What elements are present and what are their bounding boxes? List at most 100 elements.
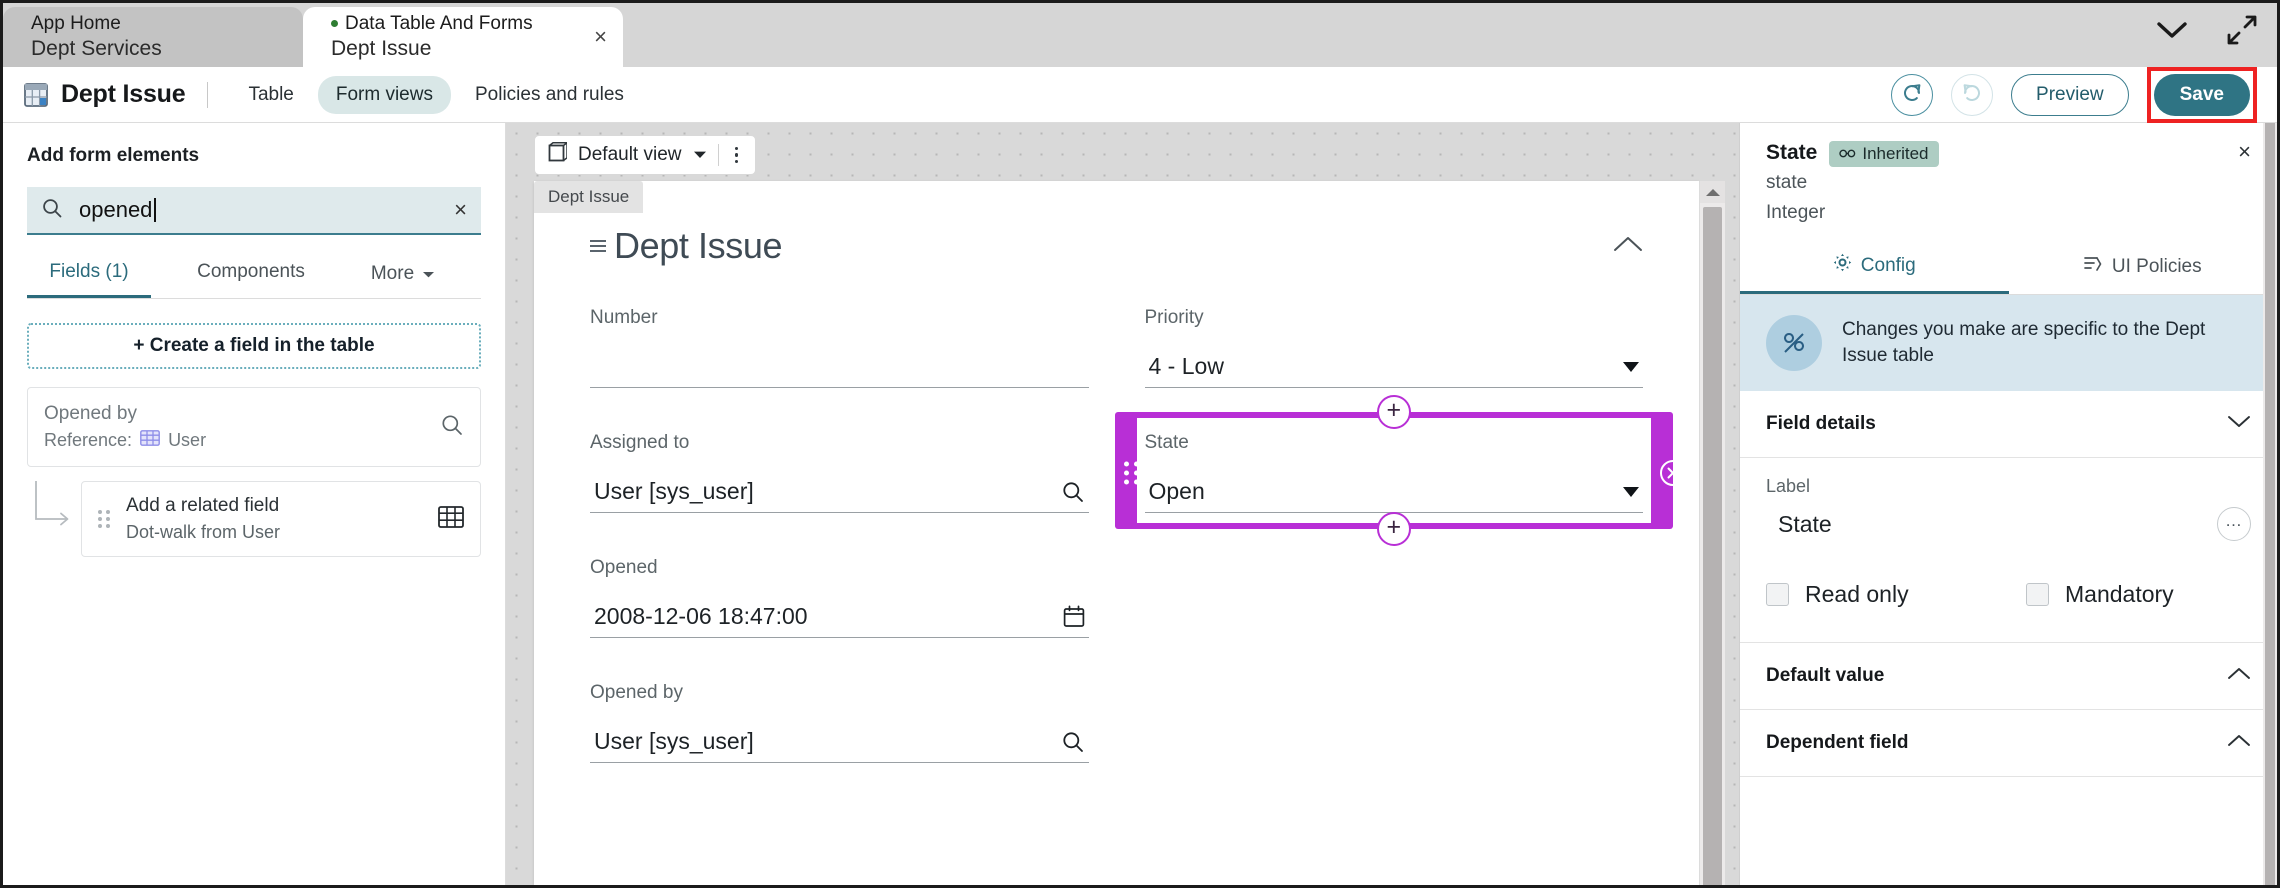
label-field-input[interactable]: State [1766, 511, 2203, 538]
form-field-priority[interactable]: Priority 4 - Low [1144, 307, 1643, 388]
search-icon[interactable] [1061, 730, 1085, 754]
canvas-scrollbar[interactable] [1699, 181, 1725, 885]
calendar-icon[interactable] [1063, 605, 1085, 628]
field-control[interactable]: Open [1144, 471, 1643, 513]
search-field[interactable]: opened × [27, 187, 481, 235]
form-field-state[interactable]: + + State Open [1114, 395, 1686, 546]
field-control[interactable]: User [sys_user] [590, 471, 1089, 513]
tab-config[interactable]: Config [1740, 241, 2009, 294]
view-selector[interactable]: Default view [534, 135, 756, 175]
add-related-field-item[interactable]: Add a related field Dot-walk from User [81, 481, 481, 557]
drag-handle-icon[interactable] [1123, 461, 1139, 484]
label-field-label: Label [1766, 476, 1811, 496]
add-field-above-button[interactable]: + [1376, 395, 1411, 429]
tab-app-home[interactable]: App Home Dept Services [3, 7, 303, 67]
chevron-down-icon [693, 146, 707, 164]
related-field-subtitle: Dot-walk from User [126, 522, 281, 542]
tab-app-home-title: App Home [31, 13, 121, 34]
view-icon [547, 141, 570, 169]
page-title: Dept Issue [61, 80, 186, 108]
canvas-scrollbar-thumb[interactable] [1703, 207, 1722, 885]
nav-item-form-views[interactable]: Form views [317, 75, 451, 114]
search-icon[interactable] [1061, 480, 1085, 504]
close-icon[interactable]: × [594, 26, 607, 48]
tree-elbow-icon [27, 481, 81, 541]
field-content: State Open [1144, 432, 1643, 513]
main-area: Add form elements opened × Fields (1) Co… [3, 123, 2277, 885]
scroll-up-icon[interactable] [1700, 181, 1725, 203]
section-default-value[interactable]: Default value [1740, 643, 2277, 710]
tab-data-table-and-forms[interactable]: Data Table And Forms Dept Issue × [303, 7, 623, 67]
view-options-menu[interactable] [730, 146, 744, 164]
field-control[interactable]: . [590, 346, 1089, 388]
chevron-up-icon[interactable] [2227, 666, 2251, 686]
inheritance-icon [1766, 315, 1822, 371]
field-meta: Reference: User [44, 427, 440, 453]
config-scrollbar-thumb[interactable] [2265, 123, 2275, 885]
more-options-button[interactable]: … [2217, 507, 2251, 541]
clear-search-icon[interactable]: × [454, 199, 467, 221]
tab-active-subtitle: Dept Issue [331, 37, 432, 60]
checkbox-mandatory[interactable]: Mandatory [2026, 581, 2174, 608]
nav-item-policies-and-rules[interactable]: Policies and rules [457, 76, 642, 114]
redo-button[interactable] [1951, 73, 1994, 116]
chevron-down-icon[interactable] [2227, 414, 2251, 434]
tab-components[interactable]: Components [183, 249, 319, 298]
form-field-opened-by[interactable]: Opened by User [sys_user] [590, 682, 1089, 763]
add-field-below-button[interactable]: + [1376, 512, 1411, 546]
chevron-up-icon[interactable] [2227, 733, 2251, 753]
checkbox-box[interactable] [2026, 583, 2049, 606]
related-card-texts: Add a related field Dot-walk from User [126, 493, 422, 545]
section-dependent-field[interactable]: Dependent field [1740, 710, 2277, 777]
nav-item-table[interactable]: Table [230, 76, 311, 114]
field-value: 2008-12-06 18:47:00 [594, 603, 808, 629]
section-drag-icon[interactable] [590, 240, 606, 252]
field-control[interactable]: 2008-12-06 18:47:00 [590, 596, 1089, 638]
tab-more[interactable]: More [355, 249, 451, 298]
badge-label: Inherited [1862, 144, 1929, 163]
drag-handle-icon[interactable] [98, 510, 110, 528]
collapse-section-icon[interactable] [1613, 234, 1643, 259]
table-icon[interactable] [438, 505, 464, 533]
checkbox-read-only[interactable]: Read only [1766, 581, 2026, 608]
create-field-button[interactable]: + Create a field in the table [27, 323, 481, 369]
field-meta-table: User [168, 430, 207, 450]
label-field-row[interactable]: State … [1766, 507, 2251, 541]
tab-ui-policies[interactable]: UI Policies [2009, 241, 2278, 294]
config-field-type: Integer [1766, 202, 1826, 223]
field-control[interactable]: 4 - Low [1144, 346, 1643, 388]
field-value: . [594, 353, 1085, 380]
form-field-assigned-to[interactable]: Assigned to User [sys_user] [590, 432, 1089, 513]
field-list-item-opened-by[interactable]: Opened by Reference: User [27, 387, 481, 467]
tab-active-title: Data Table And Forms [331, 12, 597, 35]
form-field-opened[interactable]: Opened 2008-12-06 18:47:00 [590, 557, 1089, 638]
view-selector-label: Default view [578, 144, 682, 165]
tab-fields[interactable]: Fields (1) [27, 249, 151, 298]
header-actions: Preview Save [1891, 66, 2257, 123]
field-label: Number [590, 307, 658, 328]
section-field-details[interactable]: Field details [1740, 391, 2277, 458]
chevron-down-icon[interactable] [1623, 361, 1639, 372]
field-details-body: Label State … Read only Mandatory [1740, 458, 2277, 642]
search-icon[interactable] [440, 413, 464, 442]
form-fields-grid: Number . Priority 4 - Low [590, 307, 1686, 807]
config-panel-scrollbar[interactable] [2263, 123, 2277, 885]
chevron-down-icon[interactable] [1623, 486, 1639, 497]
search-input[interactable]: opened [79, 197, 438, 223]
chevron-down-icon[interactable] [2155, 19, 2189, 41]
form-field-number[interactable]: Number . [590, 307, 1089, 388]
form-sheet-tab[interactable]: Dept Issue [534, 181, 644, 213]
remove-field-button[interactable] [1659, 459, 1687, 487]
checkbox-box[interactable] [1766, 583, 1789, 606]
inherited-icon [1839, 144, 1856, 164]
save-button[interactable]: Save [2153, 73, 2250, 116]
field-control[interactable]: User [sys_user] [590, 721, 1089, 763]
expand-icon[interactable] [2227, 15, 2257, 45]
close-icon[interactable]: × [2238, 141, 2251, 163]
app-header: Dept Issue Table Form views Policies and… [3, 66, 2277, 123]
form-builder-window: App Home Dept Services Data Table And Fo… [0, 0, 2280, 888]
preview-button[interactable]: Preview [2011, 73, 2129, 116]
reference-table-icon [140, 427, 160, 453]
undo-button[interactable] [1891, 73, 1934, 116]
status-badge: Inherited [1829, 141, 1939, 167]
